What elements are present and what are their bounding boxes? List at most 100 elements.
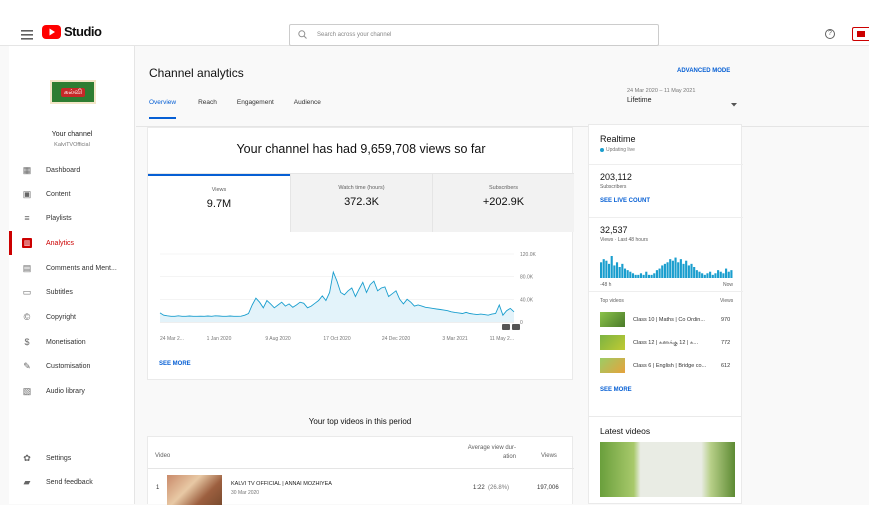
studio-logo[interactable]: Studio — [42, 24, 102, 39]
realtime-video-row[interactable]: Class 12 | கணக்கு 12 | க... 772 — [589, 333, 743, 353]
realtime-bar — [671, 260, 674, 278]
video-thumbnail[interactable] — [167, 475, 222, 505]
realtime-bar-chart — [600, 256, 733, 278]
video-views: 197,006 — [537, 485, 559, 491]
realtime-bar — [639, 273, 643, 278]
realtime-bar — [709, 271, 712, 278]
sidebar-item-label: Settings — [46, 454, 72, 462]
sidebar-item-label: Subtitles — [46, 288, 73, 296]
sidebar-item-label: Playlists — [46, 214, 72, 222]
top-bar: Studio Search across your channel ? — [0, 0, 869, 46]
sidebar-item-playlists[interactable]: ≡ Playlists — [9, 206, 135, 230]
page-title: Channel analytics — [149, 66, 244, 80]
realtime-video-title[interactable]: Class 12 | கணக்கு 12 | க... — [633, 340, 698, 347]
sidebar-item-copyright[interactable]: © Copyright — [9, 305, 135, 329]
tab-audience[interactable]: Audience — [294, 99, 321, 119]
sidebar-item-send[interactable]: ▰ Send feedback — [9, 470, 135, 494]
video-thumbnail[interactable] — [600, 335, 625, 350]
table-row[interactable]: 1 KALVI TV OFFICIAL | ANNAI MOZHIYEA 30 … — [148, 469, 574, 505]
tab-overview[interactable]: Overview — [149, 99, 177, 119]
realtime-bar — [706, 273, 709, 278]
youtube-logo-icon — [42, 24, 61, 39]
realtime-bar — [674, 257, 677, 278]
realtime-views-value: 32,537 — [600, 225, 628, 235]
channel-avatar[interactable]: கல்வி — [50, 80, 96, 104]
tab-reach[interactable]: Reach — [198, 99, 217, 119]
x-tick-label: 24 Dec 2020 — [382, 336, 411, 342]
column-header-avg-view: Average view dur-ation — [467, 445, 516, 460]
realtime-bar — [621, 263, 624, 278]
menu-icon[interactable] — [21, 27, 33, 40]
channel-handle: KalviTVOfficial — [54, 142, 90, 148]
realtime-bar — [605, 260, 608, 278]
realtime-bar — [693, 267, 696, 278]
y-tick-label: 0 — [520, 320, 523, 326]
audio-library-icon: ▧ — [22, 385, 32, 396]
realtime-bar — [653, 273, 656, 278]
realtime-bar — [663, 263, 666, 278]
realtime-bar — [725, 268, 728, 278]
sidebar-item-label: Dashboard — [46, 166, 81, 174]
sidebar-item-content[interactable]: ▣ Content — [9, 182, 135, 206]
analytics-tabs: Overview Reach Engagement Audience — [149, 99, 321, 119]
realtime-card: Realtime Updating live 203,112 Subscribe… — [588, 124, 743, 453]
realtime-bar — [600, 262, 603, 278]
sidebar-item-comments[interactable]: ▤ Comments and Ment... — [9, 256, 135, 280]
search-bar[interactable]: Search across your channel — [289, 24, 659, 46]
metric-views-label: Views — [211, 187, 227, 193]
dashboard-icon: ▦ — [22, 164, 32, 175]
realtime-bar — [711, 274, 714, 278]
latest-video-thumbnail[interactable] — [600, 442, 735, 497]
playlists-icon: ≡ — [24, 213, 30, 223]
sidebar-item-subtitles[interactable]: ▭ Subtitles — [9, 280, 135, 304]
realtime-bar — [613, 265, 616, 278]
realtime-bar — [730, 270, 733, 278]
tab-engagement[interactable]: Engagement — [237, 99, 274, 119]
metric-subscribers[interactable]: Subscribers +202.9K — [432, 174, 574, 232]
realtime-video-row[interactable]: Class 6 | English | Bridge co... 612 — [589, 356, 743, 376]
app-name: Studio — [64, 24, 102, 39]
sidebar-item-customisation[interactable]: ✎ Customisation — [9, 354, 135, 378]
realtime-video-title[interactable]: Class 6 | English | Bridge co... — [633, 363, 706, 369]
metric-subscribers-label: Subscribers — [488, 185, 519, 191]
advanced-mode-button[interactable]: ADVANCED MODE — [677, 68, 730, 74]
chart-area — [160, 272, 514, 322]
video-thumbnail[interactable] — [600, 358, 625, 373]
top-videos-table: Video Average view dur-ation Views 1 KAL… — [147, 436, 574, 505]
analytics-icon: ▥ — [22, 238, 32, 248]
realtime-bar — [637, 274, 640, 278]
metric-watch-time[interactable]: Watch time (hours) 372.3K — [290, 174, 432, 232]
y-tick-label: 80.0K — [520, 275, 534, 281]
x-tick-label: 9 Aug 2020 — [265, 336, 291, 342]
realtime-video-row[interactable]: Class 10 | Maths | Co Ordin... 970 — [589, 310, 743, 330]
realtime-see-more-link[interactable]: SEE MORE — [600, 387, 632, 393]
channel-logo-text: கல்வி — [60, 87, 86, 97]
sidebar-item-label: Comments and Ment... — [46, 264, 117, 272]
sidebar-item-settings[interactable]: ✿ Settings — [9, 446, 135, 470]
video-date: 30 Mar 2020 — [231, 490, 260, 496]
video-thumbnail[interactable] — [600, 312, 625, 327]
feedback-icon: ▰ — [23, 476, 31, 487]
copyright-icon: © — [23, 312, 31, 322]
realtime-bar — [722, 273, 725, 278]
help-icon[interactable]: ? — [825, 29, 835, 39]
sidebar-item-analytics[interactable]: ▥ Analytics — [9, 231, 135, 255]
sidebar-item-dashboard[interactable]: ▦ Dashboard — [9, 158, 135, 182]
realtime-video-views: 772 — [721, 340, 731, 346]
sidebar-item-audio[interactable]: ▧ Audio library — [9, 379, 135, 403]
see-more-link[interactable]: SEE MORE — [159, 361, 191, 367]
create-button[interactable] — [852, 27, 869, 41]
realtime-bar — [666, 262, 669, 278]
sidebar-item-label: Send feedback — [46, 478, 93, 486]
sidebar-item-monetisation[interactable]: $ Monetisation — [9, 330, 135, 354]
metric-views[interactable]: Views 9.7M — [148, 174, 290, 232]
search-input[interactable]: Search across your channel — [317, 32, 391, 38]
realtime-video-title[interactable]: Class 10 | Maths | Co Ordin... — [633, 317, 705, 323]
video-marker-icon[interactable] — [512, 324, 520, 330]
realtime-bar — [602, 259, 605, 278]
row-rank: 1 — [156, 485, 160, 491]
see-live-count-link[interactable]: SEE LIVE COUNT — [600, 198, 650, 204]
video-title[interactable]: KALVI TV OFFICIAL | ANNAI MOZHIYEA — [231, 481, 332, 487]
date-range-picker[interactable]: 24 Mar 2020 – 11 May 2021 Lifetime — [627, 88, 737, 108]
video-marker-icon[interactable] — [502, 324, 510, 330]
